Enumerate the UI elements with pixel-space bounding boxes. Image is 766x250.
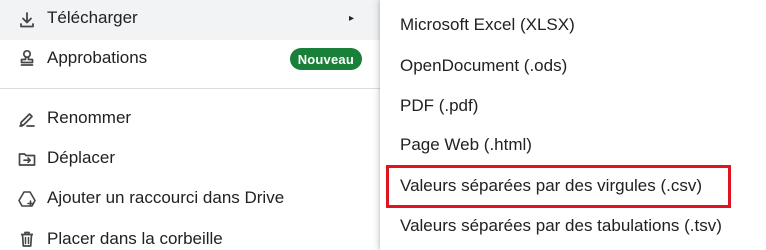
add-shortcut-drive-icon bbox=[17, 189, 37, 209]
menu-item-approvals[interactable]: Approbations Nouveau bbox=[0, 38, 380, 78]
menu-item-move-label: Déplacer bbox=[47, 148, 116, 167]
page: Télécharger ▸ Approbations Nouveau Renom… bbox=[0, 0, 766, 250]
submenu-item-ods-label: OpenDocument (.ods) bbox=[400, 56, 568, 75]
menu-divider bbox=[0, 88, 380, 89]
menu-item-download-label: Télécharger bbox=[47, 8, 138, 27]
download-icon bbox=[17, 10, 37, 30]
rename-pencil-icon bbox=[17, 109, 37, 129]
submenu-item-html[interactable]: Page Web (.html) bbox=[380, 125, 766, 165]
menu-item-trash[interactable]: Placer dans la corbeille bbox=[0, 219, 380, 250]
submenu-arrow-icon: ▸ bbox=[349, 13, 355, 24]
submenu-item-tsv-label: Valeurs séparées par des tabulations (.t… bbox=[400, 216, 722, 235]
trash-icon bbox=[17, 229, 37, 249]
file-context-menu: Télécharger ▸ Approbations Nouveau Renom… bbox=[0, 0, 380, 250]
submenu-item-html-label: Page Web (.html) bbox=[400, 135, 532, 154]
submenu-item-xlsx[interactable]: Microsoft Excel (XLSX) bbox=[380, 5, 766, 45]
approvals-stamp-icon bbox=[17, 48, 37, 68]
menu-item-rename[interactable]: Renommer bbox=[0, 99, 380, 139]
menu-item-add-shortcut-label: Ajouter un raccourci dans Drive bbox=[47, 188, 285, 207]
menu-item-trash-label: Placer dans la corbeille bbox=[47, 229, 223, 248]
submenu-item-xlsx-label: Microsoft Excel (XLSX) bbox=[400, 15, 575, 34]
menu-item-add-shortcut[interactable]: Ajouter un raccourci dans Drive bbox=[0, 179, 380, 219]
menu-item-approvals-label: Approbations bbox=[47, 48, 148, 67]
submenu-item-pdf[interactable]: PDF (.pdf) bbox=[380, 86, 766, 126]
submenu-item-pdf-label: PDF (.pdf) bbox=[400, 96, 479, 115]
submenu-item-ods[interactable]: OpenDocument (.ods) bbox=[380, 46, 766, 86]
new-badge: Nouveau bbox=[289, 48, 362, 70]
move-folder-icon bbox=[17, 149, 37, 169]
submenu-item-tsv[interactable]: Valeurs séparées par des tabulations (.t… bbox=[380, 206, 766, 246]
menu-item-move[interactable]: Déplacer bbox=[0, 139, 380, 179]
menu-item-download[interactable]: Télécharger ▸ bbox=[0, 0, 380, 40]
download-submenu: Microsoft Excel (XLSX) OpenDocument (.od… bbox=[380, 0, 766, 250]
submenu-item-csv-label: Valeurs séparées par des virgules (.csv) bbox=[400, 176, 703, 195]
submenu-item-csv[interactable]: Valeurs séparées par des virgules (.csv) bbox=[380, 166, 766, 206]
menu-item-rename-label: Renommer bbox=[47, 108, 132, 127]
